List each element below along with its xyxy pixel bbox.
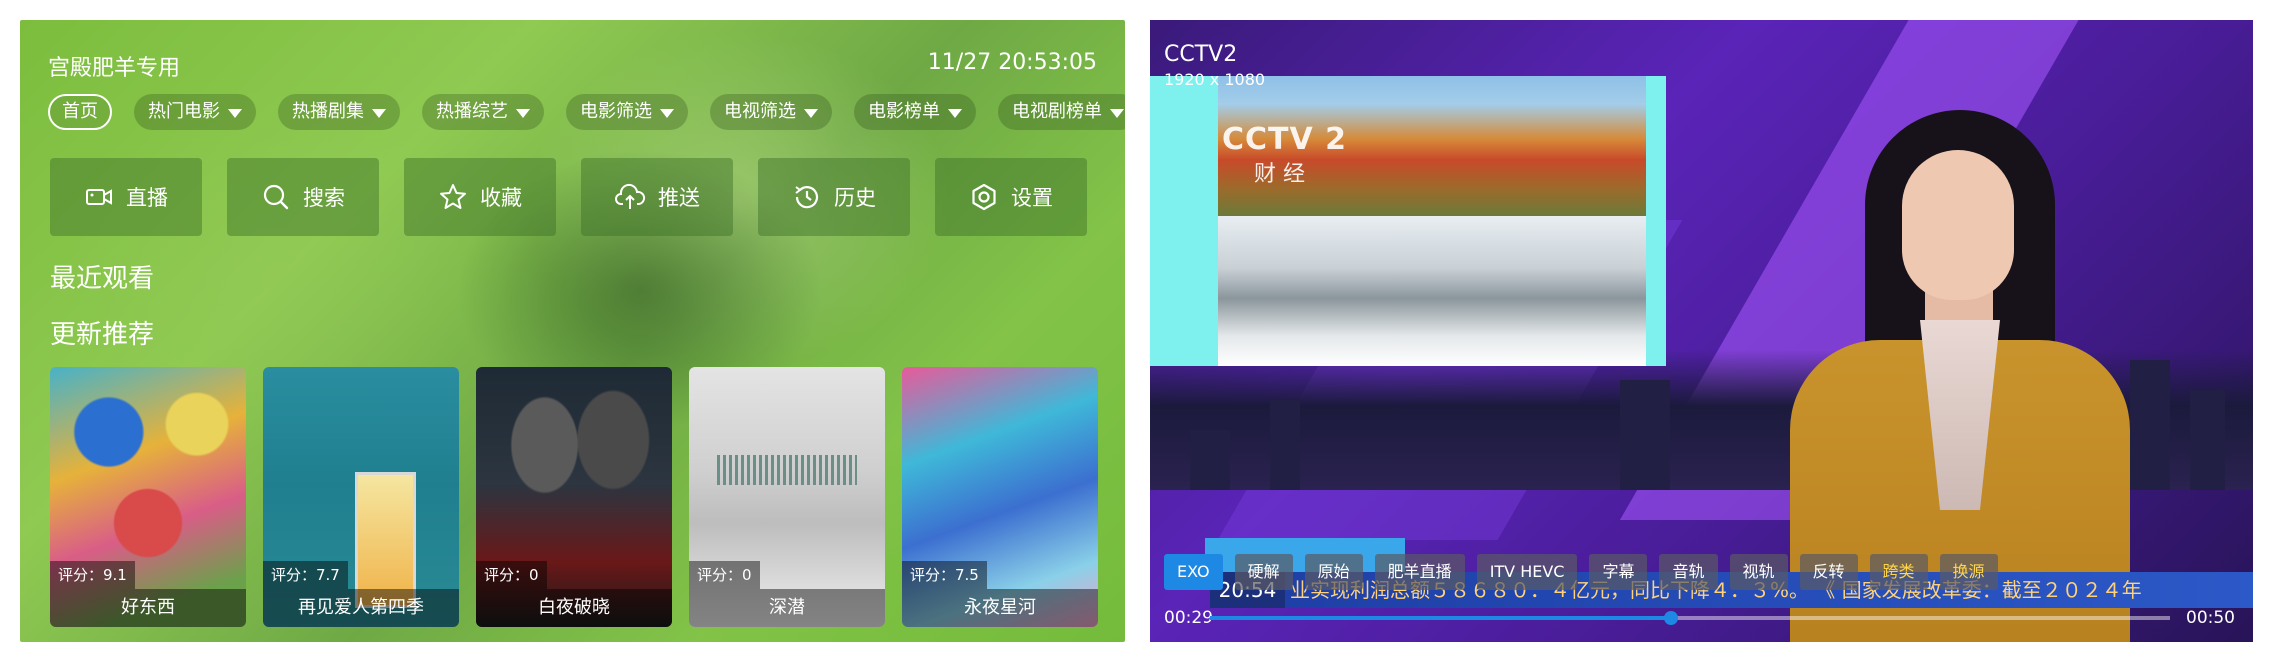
gear-icon [972,183,996,211]
cross-category-button[interactable]: 跨类 [1869,554,1928,590]
rating-badge: 评分：0 [689,561,760,589]
tab-tv-chart[interactable]: 电视剧榜单 [998,94,1125,130]
cloud-upload-icon [615,183,646,209]
player-controls: EXO 硬解 原始 肥羊直播 ITV HEVC 字幕 音轨 视轨 反转 跨类 换… [1164,554,2010,590]
flip-button[interactable]: 反转 [1799,554,1858,590]
poster-row: 评分：9.1 好东西 评分：7.7 再见爱人第四季 评分：0 白夜破晓 评分：0… [50,367,1115,627]
camera-icon [86,189,112,205]
tab-label: 电影筛选 [580,101,652,122]
poster-art [717,455,857,485]
filter-icon [948,108,962,118]
category-tabs: 首页 热门电影 热播剧集 热播综艺 电影筛选 电视筛选 电影榜单 电视剧榜单 [48,94,1125,130]
original-ratio-button[interactable]: 原始 [1304,554,1363,590]
exo-button[interactable]: EXO [1164,554,1223,590]
station-logo: CCTV 2 [1222,122,1348,157]
poster-title: 深潜 [689,589,885,627]
action-bar: 直播 搜索 收藏 推送 历史 设置 [50,158,1112,236]
poster-card[interactable]: 评分：0 深潜 [689,367,885,627]
action-label: 历史 [834,186,876,210]
search-button[interactable]: 搜索 [227,158,379,236]
tab-label: 首页 [62,101,98,122]
poster-card[interactable]: 评分：7.7 再见爱人第四季 [263,367,459,627]
tab-movie-chart[interactable]: 电影榜单 [854,94,976,130]
action-label: 直播 [126,186,168,210]
resolution-label: 1920 x 1080 [1164,70,1266,89]
filter-icon [804,108,818,118]
action-label: 收藏 [480,186,522,210]
current-time: 00:29 [1164,608,1213,628]
poster-art [355,472,416,608]
hardware-decode-button[interactable]: 硬解 [1234,554,1293,590]
subtitle-button[interactable]: 字幕 [1589,554,1648,590]
tab-tv-filter[interactable]: 电视筛选 [710,94,832,130]
app-title: 宫殿肥羊专用 [48,56,181,81]
poster-card[interactable]: 评分：9.1 好东西 [50,367,246,627]
poster-title: 白夜破晓 [476,589,672,627]
poster-title: 再见爱人第四季 [263,589,459,627]
star-icon [440,184,466,209]
history-button[interactable]: 历史 [758,158,910,236]
filter-icon [228,108,242,118]
rating-badge: 评分：7.5 [902,561,987,589]
channel-name: CCTV2 [1164,42,1238,67]
search-icon [263,184,289,210]
rating-badge: 评分：9.1 [50,561,135,589]
favorites-button[interactable]: 收藏 [404,158,556,236]
progress-bar[interactable] [1210,611,2170,625]
progress-knob[interactable] [1663,611,1678,625]
tab-hot-series[interactable]: 热播剧集 [278,94,400,130]
video-track-button[interactable]: 视轨 [1729,554,1788,590]
landscape-image [1218,76,1646,366]
live-button[interactable]: 直播 [50,158,202,236]
push-button[interactable]: 推送 [581,158,733,236]
progress-fill [1210,616,1671,620]
switch-source-button[interactable]: 换源 [1939,554,1998,590]
poster-card[interactable]: 评分：7.5 永夜星河 [902,367,1098,627]
filter-icon [516,108,530,118]
rating-badge: 评分：0 [476,561,547,589]
video-inset: CCTV 2 财 经 [1150,76,1666,366]
tab-label: 电视筛选 [724,101,796,122]
recommend-heading: 更新推荐 [50,320,155,350]
live-player[interactable]: CCTV 2 财 经 CCTV2 1920 x 1080 20:54 业实现利润… [1150,20,2253,642]
filter-icon [372,108,386,118]
action-label: 推送 [658,186,700,210]
tab-hot-variety[interactable]: 热播综艺 [422,94,544,130]
home-screen: 宫殿肥羊专用 11/27 20:53:05 首页 热门电影 热播剧集 热播综艺 … [20,20,1125,642]
clock: 11/27 20:53:05 [927,50,1097,75]
tab-label: 热门电影 [148,101,220,122]
poster-title: 好东西 [50,589,246,627]
tab-label: 热播综艺 [436,101,508,122]
poster-title: 永夜星河 [902,589,1098,627]
rating-badge: 评分：7.7 [263,561,348,589]
station-subtitle: 财 经 [1254,162,1305,187]
filter-icon [660,108,674,118]
tab-hot-movies[interactable]: 热门电影 [134,94,256,130]
poster-card[interactable]: 评分：0 白夜破晓 [476,367,672,627]
history-icon [795,186,819,209]
total-time: 00:50 [2186,608,2235,628]
source-group-button[interactable]: 肥羊直播 [1374,554,1465,590]
tab-home[interactable]: 首页 [48,94,112,130]
action-label: 搜索 [303,186,345,210]
settings-button[interactable]: 设置 [935,158,1087,236]
tab-label: 热播剧集 [292,101,364,122]
tab-label: 电影榜单 [868,101,940,122]
action-label: 设置 [1011,186,1053,210]
filter-icon [1110,108,1124,118]
tab-movie-filter[interactable]: 电影筛选 [566,94,688,130]
tab-label: 电视剧榜单 [1012,101,1102,122]
line-select-button[interactable]: ITV HEVC [1476,554,1578,590]
audio-track-button[interactable]: 音轨 [1659,554,1718,590]
recent-heading: 最近观看 [50,264,155,294]
